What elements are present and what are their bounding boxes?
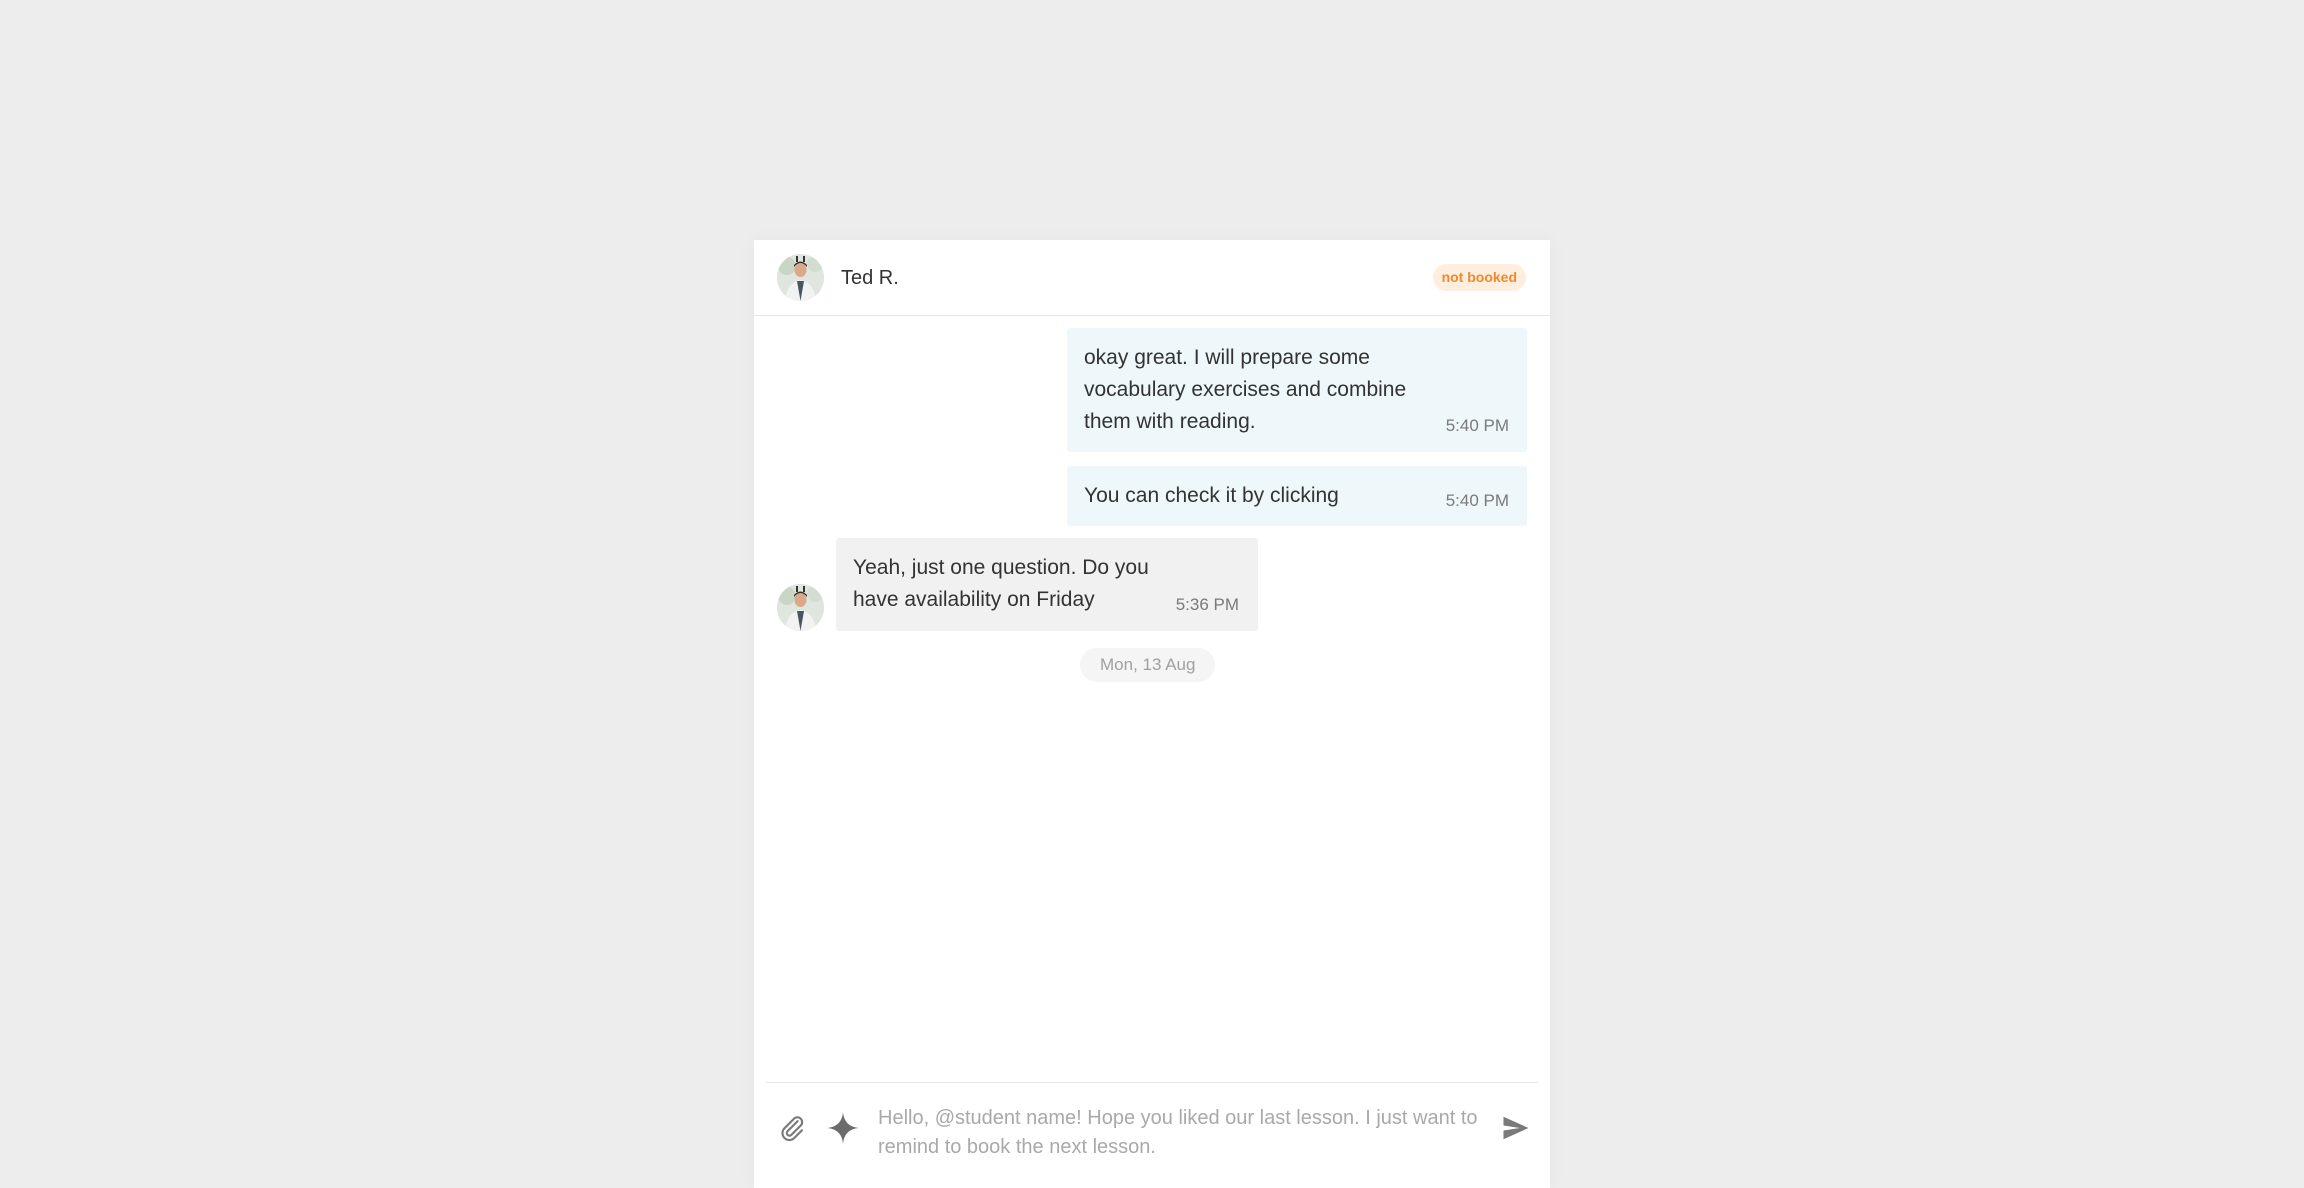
status-badge: not booked [1432, 264, 1526, 291]
sender-avatar[interactable] [777, 584, 824, 631]
contact-avatar[interactable] [777, 254, 824, 301]
send-button[interactable] [1496, 1108, 1536, 1148]
ai-assist-button[interactable] [823, 1108, 863, 1148]
chat-header: Ted R. not booked [754, 240, 1550, 316]
contact-name: Ted R. [841, 267, 899, 289]
message-text: okay great. I will prepare some vocabula… [1084, 346, 1407, 433]
composer-divider [766, 1082, 1538, 1083]
date-separator: Mon, 13 Aug [1080, 648, 1216, 682]
message-bubble-outgoing[interactable]: You can check it by clicking 5:40 PM [1067, 466, 1527, 526]
message-bubble-incoming[interactable]: Yeah, just one question. Do you have ava… [836, 538, 1258, 631]
avatar-photo-icon [777, 584, 824, 631]
sparkle-icon [827, 1112, 859, 1144]
paperclip-icon [781, 1116, 804, 1141]
message-input[interactable] [878, 1104, 1478, 1168]
chat-panel: Ted R. not booked okay great. I will pre… [754, 240, 1550, 1188]
avatar-photo-icon [777, 254, 824, 301]
message-timestamp: 5:40 PM [1445, 416, 1509, 435]
message-text: Yeah, just one question. Do you have ava… [853, 556, 1149, 611]
message-text: You can check it by clicking [1084, 484, 1339, 507]
attach-button[interactable] [772, 1108, 812, 1148]
send-icon [1503, 1116, 1529, 1140]
message-bubble-outgoing[interactable]: okay great. I will prepare some vocabula… [1067, 328, 1527, 452]
message-timestamp: 5:40 PM [1445, 491, 1509, 510]
message-timestamp: 5:36 PM [1175, 595, 1239, 614]
